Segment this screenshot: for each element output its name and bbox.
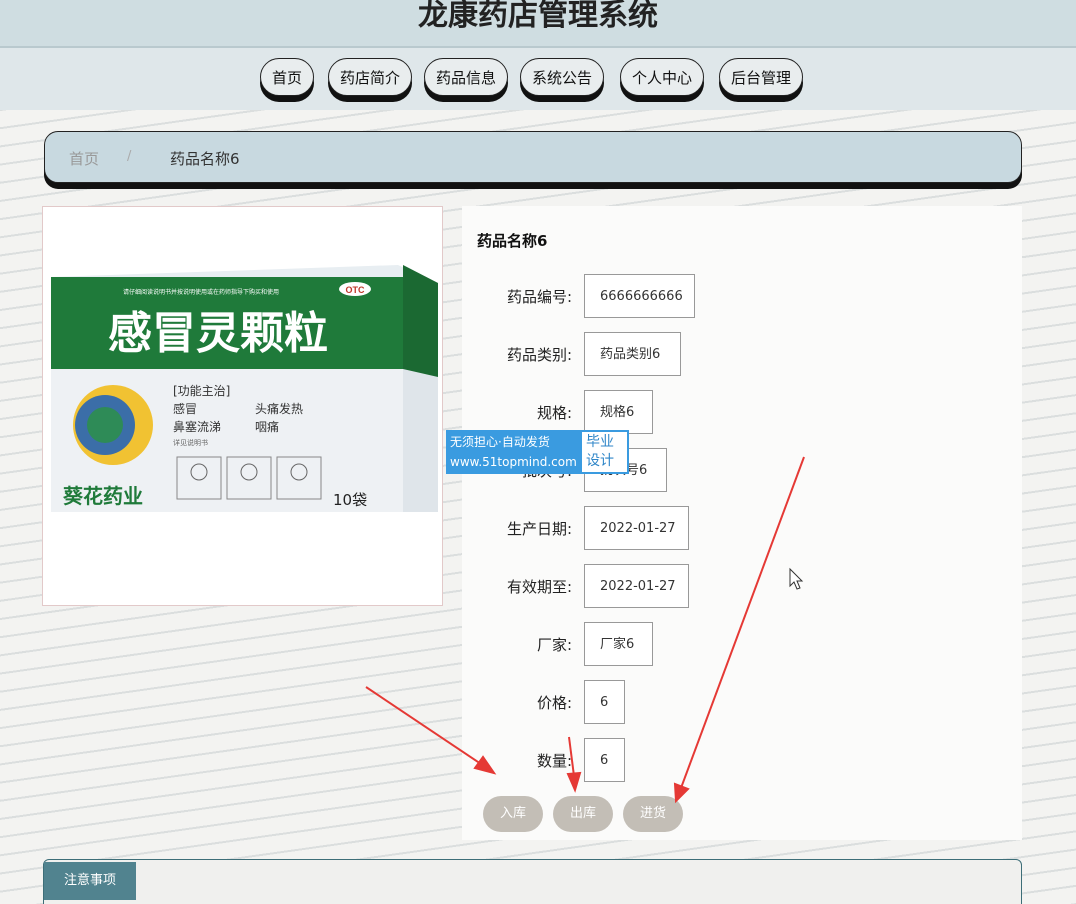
main-nav: 首页 药店简介 药品信息 系统公告 个人中心 后台管理 <box>0 48 1076 110</box>
breadcrumb: 首页 / 药品名称6 <box>44 131 1022 183</box>
field-label: 数量: <box>536 752 572 770</box>
field-label: 有效期至: <box>506 578 572 596</box>
nav-pharmacy-intro[interactable]: 药店简介 <box>328 58 412 96</box>
field-value-expiry: 2022-01-27 <box>584 564 689 608</box>
watermark-line-2: www.51topmind.com <box>450 455 577 469</box>
product-detail-panel: 药品名称6 药品编号: 6666666666 药品类别: 药品类别6 规格: 规… <box>462 206 1022 840</box>
site-header: 龙康药店管理系统 <box>0 0 1076 48</box>
watermark-badge: 毕业 设计 <box>580 430 629 474</box>
field-value-production-date: 2022-01-27 <box>584 506 689 550</box>
field-row-price: 价格: <box>462 680 572 726</box>
breadcrumb-separator: / <box>127 149 132 164</box>
field-row-manufacturer: 厂家: <box>462 622 572 668</box>
symptom-1: 感冒 <box>173 401 197 416</box>
watermark-badge-line-1: 毕业 <box>586 434 614 450</box>
restock-button[interactable]: 进货 <box>623 796 683 832</box>
field-value-quantity: 6 <box>584 738 625 782</box>
symptom-3: 鼻塞流涕 <box>173 419 221 434</box>
brand-logo: 葵花药业 <box>62 484 143 508</box>
field-value-spec: 规格6 <box>584 390 653 434</box>
field-row-category: 药品类别: <box>462 332 572 378</box>
nav-personal-center[interactable]: 个人中心 <box>620 58 704 96</box>
field-label: 药品类别: <box>506 346 572 364</box>
field-value-category: 药品类别6 <box>584 332 681 376</box>
tab-notice[interactable]: 注意事项 <box>44 862 136 900</box>
box-count: 10袋 <box>333 491 367 509</box>
field-row-production-date: 生产日期: <box>462 506 572 552</box>
field-row-expiry: 有效期至: <box>462 564 572 610</box>
watermark-badge-line-2: 设计 <box>586 453 614 469</box>
nav-admin[interactable]: 后台管理 <box>719 58 803 96</box>
field-value-price: 6 <box>584 680 625 724</box>
box-function-title: [功能主治] <box>173 384 230 398</box>
breadcrumb-current: 药品名称6 <box>170 150 240 168</box>
otc-label: OTC <box>346 285 365 295</box>
field-label: 生产日期: <box>506 520 572 538</box>
site-title: 龙康药店管理系统 <box>418 0 658 33</box>
breadcrumb-home-link[interactable]: 首页 <box>69 148 99 169</box>
field-value-manufacturer: 厂家6 <box>584 622 653 666</box>
nav-medicine-info[interactable]: 药品信息 <box>424 58 508 96</box>
box-note: 详见说明书 <box>173 438 208 447</box>
watermark-overlay: 无须担心·自动发货 www.51topmind.com 毕业 设计 <box>446 430 629 474</box>
product-image: OTC 请仔细阅读说明书并按说明使用或在药师指导下购买和使用 感冒灵颗粒 [功能… <box>42 206 443 606</box>
watermark-line-1: 无须担心·自动发货 <box>450 435 550 449</box>
stock-in-button[interactable]: 入库 <box>483 796 543 832</box>
symptom-2: 头痛发热 <box>255 401 303 416</box>
watermark-text: 无须担心·自动发货 www.51topmind.com <box>446 430 580 474</box>
notice-section: 注意事项 <box>43 859 1022 904</box>
symptom-4: 咽痛 <box>255 419 279 434</box>
stock-out-button[interactable]: 出库 <box>553 796 613 832</box>
field-label: 药品编号: <box>506 288 572 306</box>
field-label: 厂家: <box>536 636 572 654</box>
field-row-code: 药品编号: <box>462 274 572 320</box>
field-value-code: 6666666666 <box>584 274 695 318</box>
field-row-quantity: 数量: <box>462 738 572 784</box>
medicine-box-illustration: OTC 请仔细阅读说明书并按说明使用或在药师指导下购买和使用 感冒灵颗粒 [功能… <box>43 207 442 605</box>
product-name: 药品名称6 <box>477 232 548 250</box>
box-title: 感冒灵颗粒 <box>108 308 328 359</box>
nav-home[interactable]: 首页 <box>260 58 314 96</box>
nav-announcements[interactable]: 系统公告 <box>520 58 604 96</box>
box-top-text: 请仔细阅读说明书并按说明使用或在药师指导下购买和使用 <box>123 288 279 296</box>
field-label: 价格: <box>536 694 572 712</box>
